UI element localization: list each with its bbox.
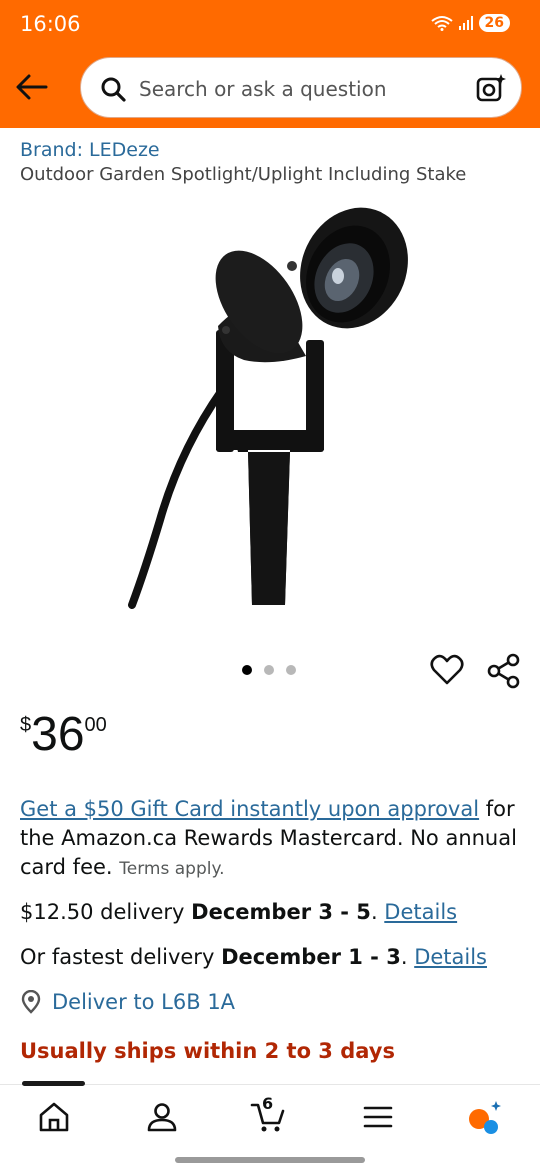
heart-icon[interactable] (430, 653, 464, 687)
promo-block: Get a $50 Gift Card instantly upon appro… (20, 795, 520, 884)
carousel-dot-3[interactable] (286, 665, 296, 675)
deliver-to-text: Deliver to L6B 1A (52, 990, 236, 1014)
gesture-home-bar (175, 1157, 365, 1163)
image-carousel-dots (242, 665, 296, 675)
search-icon (101, 77, 126, 102)
home-icon[interactable] (36, 1099, 72, 1135)
account-icon[interactable] (144, 1099, 180, 1135)
standard-delivery-period: . (370, 900, 385, 924)
standard-delivery-details-link[interactable]: Details (384, 900, 457, 924)
carousel-dot-2[interactable] (264, 665, 274, 675)
header-bar: 16:06 26 (0, 0, 540, 128)
share-icon[interactable] (487, 653, 521, 689)
product-image[interactable] (110, 190, 440, 620)
search-bar[interactable] (80, 57, 522, 118)
fast-delivery-prefix: Or fastest delivery (20, 945, 222, 969)
fast-delivery-dates: December 1 - 3 (221, 945, 401, 969)
standard-delivery-prefix: $12.50 delivery (20, 900, 192, 924)
camera-icon[interactable] (475, 72, 507, 104)
price-fraction: 00 (84, 714, 107, 736)
status-time: 16:06 (20, 12, 81, 36)
bottom-nav: 6 (0, 1081, 540, 1170)
product-title: Outdoor Garden Spotlight/Uplight Includi… (20, 164, 467, 185)
price-currency: $ (20, 714, 32, 736)
price-whole: 36 (31, 708, 85, 761)
terms-text: Terms apply. (119, 859, 225, 879)
price: $ 36 00 (20, 706, 107, 764)
fast-delivery: Or fastest delivery December 1 - 3. Deta… (20, 945, 487, 969)
carousel-dot-1[interactable] (242, 665, 252, 675)
gift-card-promo-link[interactable]: Get a $50 Gift Card instantly upon appro… (20, 797, 479, 821)
shipping-status: Usually ships within 2 to 3 days (20, 1039, 395, 1063)
standard-delivery: $12.50 delivery December 3 - 5. Details (20, 900, 457, 924)
deliver-to-location[interactable]: Deliver to L6B 1A (20, 990, 235, 1014)
back-arrow-icon[interactable] (14, 70, 50, 104)
status-icons: 26 (430, 14, 510, 32)
standard-delivery-dates: December 3 - 5 (191, 900, 371, 924)
nav-active-indicator (22, 1081, 85, 1086)
cart-count-badge: 6 (262, 1094, 274, 1113)
fast-delivery-period: . (400, 945, 415, 969)
brand-link[interactable]: Brand: LEDeze (20, 139, 160, 161)
rufus-icon[interactable] (466, 1099, 502, 1135)
menu-icon[interactable] (360, 1099, 396, 1135)
location-pin-icon (21, 990, 41, 1014)
battery-indicator: 26 (478, 14, 510, 32)
search-input[interactable] (139, 72, 459, 106)
fast-delivery-details-link[interactable]: Details (414, 945, 487, 969)
signal-icon (458, 16, 473, 30)
wifi-icon (430, 16, 453, 31)
